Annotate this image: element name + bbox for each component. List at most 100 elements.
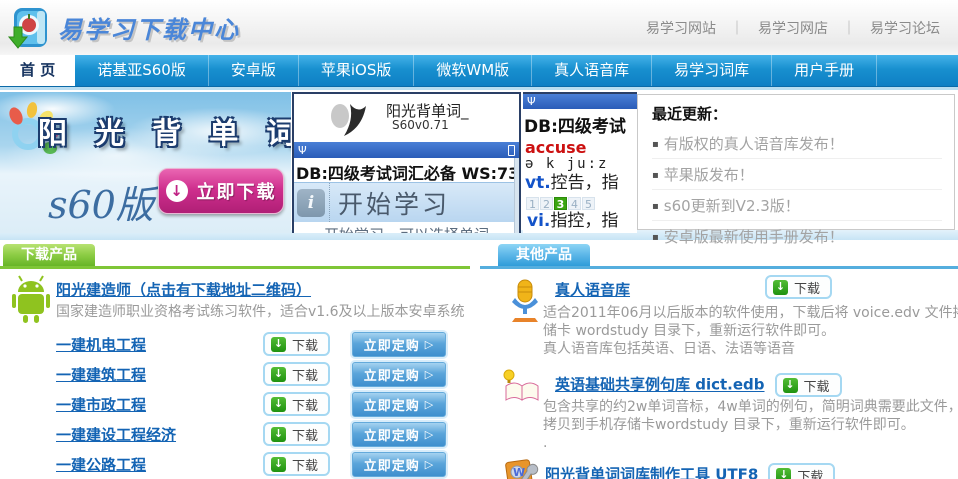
item-link[interactable]: 一建建设工程经济	[56, 424, 176, 445]
download-arrow-icon: ↓	[271, 427, 286, 442]
phone1-menu-main: 开始学习	[338, 185, 450, 221]
tab-others[interactable]: 其他产品	[498, 244, 590, 266]
page-number[interactable]: 4	[568, 197, 581, 210]
pos-vi: vi.	[527, 211, 550, 231]
item-link[interactable]: 一建市政工程	[56, 394, 146, 415]
schoolbag-download-icon	[6, 3, 52, 51]
link-store[interactable]: 易学习网店	[758, 21, 828, 37]
order-now-button[interactable]: 立即定购▷	[352, 392, 446, 417]
banner-subtitle: s60版	[48, 174, 154, 229]
nav-nokia-s60[interactable]: 诺基亚S60版	[75, 55, 209, 86]
phone1-scrollbar	[514, 158, 519, 233]
phone1-header: 阳光背单词_ S60v0.71	[294, 94, 519, 142]
antenna-icon: Ψ	[298, 144, 307, 157]
nav-dictionary[interactable]: 易学习词库	[652, 55, 772, 86]
voice-library-link[interactable]: 真人语音库	[555, 281, 630, 299]
nav-home[interactable]: 首 页	[0, 55, 75, 86]
download-button[interactable]: ↓ 下载	[263, 452, 330, 476]
page-number[interactable]: 5	[582, 197, 595, 210]
order-now-button[interactable]: 立即定购▷	[352, 362, 446, 387]
download-button[interactable]: ↓下载	[775, 373, 842, 397]
link-website[interactable]: 易学习网站	[646, 21, 716, 37]
battery-icon	[508, 145, 515, 156]
antenna-icon: Ψ	[527, 95, 536, 108]
voice-desc-line: 适合2011年06月以后版本的软件使用，下载后将 voice.edv 文件拷	[543, 304, 958, 322]
download-row: 一建建设工程经济 ↓下载 立即定购▷	[0, 422, 478, 448]
arrow-right-icon: ▷	[425, 368, 434, 381]
promo-banner[interactable]: 阳 光 背 单 词 s60版 ↓ 立即下载	[0, 92, 291, 233]
download-arrow-icon: ↓	[271, 397, 286, 412]
update-item[interactable]: ▪ 苹果版发布！	[652, 159, 942, 190]
download-arrow-icon: ↓	[271, 457, 286, 472]
download-button[interactable]: ↓ 下载	[768, 463, 835, 479]
download-button[interactable]: ↓下载	[765, 275, 832, 299]
item-link[interactable]: 一建公路工程	[56, 454, 146, 475]
page-number[interactable]: 2	[540, 197, 553, 210]
page-number-active[interactable]: 3	[554, 197, 567, 210]
header-links: 易学习网站｜易学习网店｜易学习论坛	[640, 18, 946, 38]
page-number[interactable]: 1	[526, 197, 539, 210]
menu-divider	[329, 183, 330, 222]
main-content: 阳光建造师（点击有下载地址二维码） 国家建造师职业资格考试练习软件，适合v1.6…	[0, 270, 958, 479]
item-link[interactable]: 一建机电工程	[56, 334, 146, 355]
voice-desc-line: 真人语音库包括英语、日语、法语等语音	[543, 340, 958, 358]
product-main-link[interactable]: 阳光建造师（点击有下载地址二维码）	[56, 281, 311, 299]
bullet-icon: ▪	[652, 139, 659, 150]
download-row: 一建机电工程 ↓下载 立即定购▷	[0, 332, 478, 358]
download-button[interactable]: ↓下载	[263, 362, 330, 386]
download-label: 下载	[797, 466, 823, 479]
download-label: 下载	[292, 395, 318, 414]
link-separator: ｜	[730, 21, 744, 37]
others-tab-bar: 其他产品	[480, 244, 958, 269]
meaning-vi-text: 指控，指	[550, 211, 618, 231]
download-button[interactable]: ↓下载	[263, 332, 330, 356]
order-now-button[interactable]: 立即定购▷	[352, 332, 446, 357]
nav-manual[interactable]: 用户手册	[772, 55, 877, 86]
nav-ios[interactable]: 苹果iOS版	[299, 55, 415, 86]
order-label: 立即定购	[364, 335, 420, 354]
download-arrow-icon: ↓	[776, 468, 791, 479]
nav-voice-library[interactable]: 真人语音库	[532, 55, 652, 86]
section-tabs: 下载产品 其他产品	[0, 244, 958, 270]
example-db-link[interactable]: 英语基础共享例句库 dict.edb	[555, 376, 765, 394]
download-arrow-icon: ↓	[783, 378, 798, 393]
bullet-icon: ▪	[652, 201, 659, 212]
phone2-pagination: 1 2 3 4 5	[526, 197, 596, 210]
nav-android[interactable]: 安卓版	[209, 55, 299, 86]
order-label: 立即定购	[364, 395, 420, 414]
bullet-icon: ▪	[652, 170, 659, 181]
recent-updates-panel: 最近更新： ▪有版权的真人语音库发布！ ▪苹果版发布！ ▪s60更新到V2.3版…	[637, 94, 955, 230]
main-nav: 首 页 诺基亚S60版 安卓版 苹果iOS版 微软WM版 真人语音库 易学习词库…	[0, 55, 958, 87]
update-text: 苹果版发布！	[664, 166, 754, 184]
download-arrow-icon: ↓	[773, 280, 788, 295]
order-label: 立即定购	[364, 425, 420, 444]
android-icon	[8, 274, 54, 324]
nav-wm[interactable]: 微软WM版	[414, 55, 532, 86]
download-button[interactable]: ↓ 下载	[263, 392, 330, 416]
phone2-phonetic: ə k ju:z	[523, 156, 637, 172]
dict-tool-link[interactable]: 阳光背单词词库制作工具 UTF8	[545, 466, 758, 479]
product-description: 国家建造师职业资格考试练习软件，适合v1.6及以上版本安卓系统	[56, 301, 465, 321]
download-row: 一建建筑工程 ↓下载 立即定购▷	[0, 362, 478, 388]
example-desc-line: 拷贝到手机存储卡wordstudy 目录下，重新运行软件即可。	[543, 416, 958, 434]
banner-title: 阳 光 背 单 词	[38, 110, 291, 152]
link-forum[interactable]: 易学习论坛	[870, 21, 940, 37]
phone2-meaning-vi: vi.指控，指	[525, 210, 618, 232]
tab-downloads[interactable]: 下载产品	[3, 244, 95, 266]
item-link[interactable]: 一建建筑工程	[56, 364, 146, 385]
order-now-button[interactable]: 立即定购▷	[352, 422, 446, 447]
download-label: 下载	[292, 335, 318, 354]
downloads-tab-bar: 下载产品	[0, 244, 470, 269]
phone1-app-version: S60v0.71	[392, 118, 449, 132]
info-icon: i	[297, 189, 325, 217]
download-button[interactable]: ↓下载	[263, 422, 330, 446]
download-label: 下载	[292, 455, 318, 474]
update-item[interactable]: ▪s60更新到V2.3版！	[652, 190, 942, 221]
arrow-right-icon: ▷	[425, 458, 434, 471]
phone2-db-line: DB:四级考试	[523, 109, 637, 139]
download-now-button[interactable]: ↓ 立即下载	[158, 168, 284, 214]
order-label: 立即定购	[364, 455, 420, 474]
order-now-button[interactable]: 立即定购 ▷	[352, 452, 446, 477]
update-item[interactable]: ▪有版权的真人语音库发布！	[652, 128, 942, 159]
phone1-app-logo-icon	[322, 100, 374, 140]
